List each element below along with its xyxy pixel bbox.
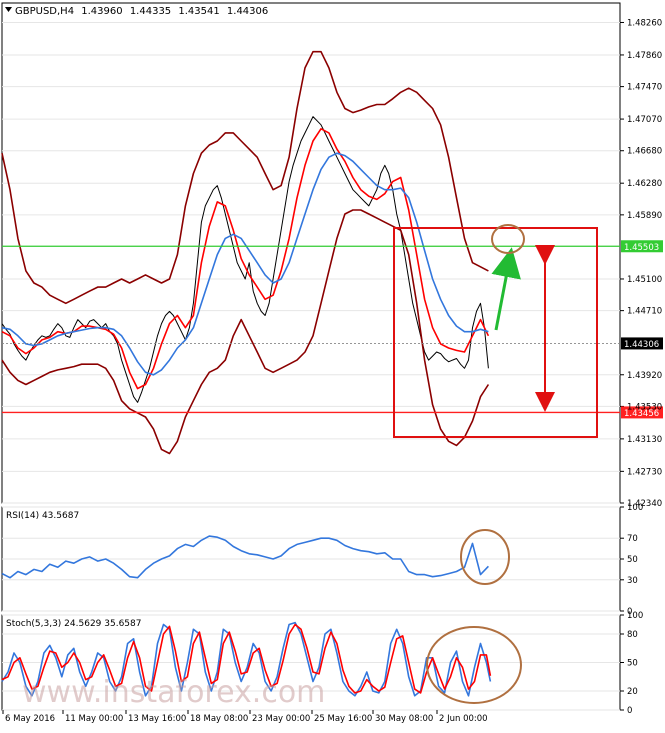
chart-svg: GBPUSD,H4 1.43960 1.44335 1.43541 1.4430… <box>1 2 663 724</box>
rsi-title: RSI(14) 43.5687 <box>6 511 79 521</box>
price-title: GBPUSD,H4 1.43960 1.44335 1.43541 1.4430… <box>15 6 268 17</box>
x-tick-label: 11 May 00:00 <box>65 714 123 724</box>
y-tick-label: 1.45890 <box>627 211 662 221</box>
y-tick-label: 1.43920 <box>627 371 662 381</box>
y-tick-label: 1.44710 <box>627 307 662 317</box>
y-tick-label: 1.47070 <box>627 115 662 125</box>
stochastic-title: Stoch(5,3,3) 24.5629 35.6587 <box>6 619 141 629</box>
y-tick-label: 1.45100 <box>627 275 662 285</box>
y-tick-label: 100 <box>627 503 643 513</box>
y-tick-label: 100 <box>627 611 643 621</box>
y-tick-label: 1.48260 <box>627 18 662 28</box>
x-tick-label: 2 Jun 00:00 <box>439 714 488 724</box>
level-label: 1.44306 <box>624 340 659 350</box>
x-tick-label: 6 May 2016 <box>5 714 55 724</box>
y-tick-label: 1.47470 <box>627 83 662 93</box>
level-label: 1.45503 <box>624 243 659 253</box>
y-tick-label: 0 <box>627 706 632 716</box>
watermark: www.instaforex.com <box>22 675 325 710</box>
x-tick-label: 18 May 08:00 <box>190 714 248 724</box>
y-tick-label: 50 <box>627 555 638 565</box>
y-tick-label: 1.42730 <box>627 467 662 477</box>
x-tick-label: 30 May 08:00 <box>375 714 433 724</box>
y-tick-label: 50 <box>627 659 638 669</box>
x-tick-label: 23 May 00:00 <box>252 714 310 724</box>
y-tick-label: 30 <box>627 576 638 586</box>
y-tick-label: 1.46680 <box>627 147 662 157</box>
y-axis-labels: 1.48260 1.47860 1.47470 1.47070 1.46680 1.462… <box>627 18 662 716</box>
x-tick-label: 25 May 16:00 <box>314 714 372 724</box>
y-tick-label: 1.43130 <box>627 435 662 445</box>
y-tick-label: 1.43530 <box>627 402 662 412</box>
y-tick-label: 20 <box>627 687 638 697</box>
chart-root: GBPUSD,H4 1.43960 1.44335 1.43541 1.4430… <box>0 0 665 729</box>
y-tick-label: 80 <box>627 630 638 640</box>
y-tick-label: 1.46280 <box>627 179 662 189</box>
x-axis-labels: 6 May 2016 11 May 00:00 13 May 16:00 18 May… <box>2 710 488 724</box>
x-tick-label: 13 May 16:00 <box>128 714 186 724</box>
y-tick-label: 1.47860 <box>627 51 662 61</box>
price-panel <box>1 2 621 504</box>
y-tick-label: 70 <box>627 534 638 544</box>
